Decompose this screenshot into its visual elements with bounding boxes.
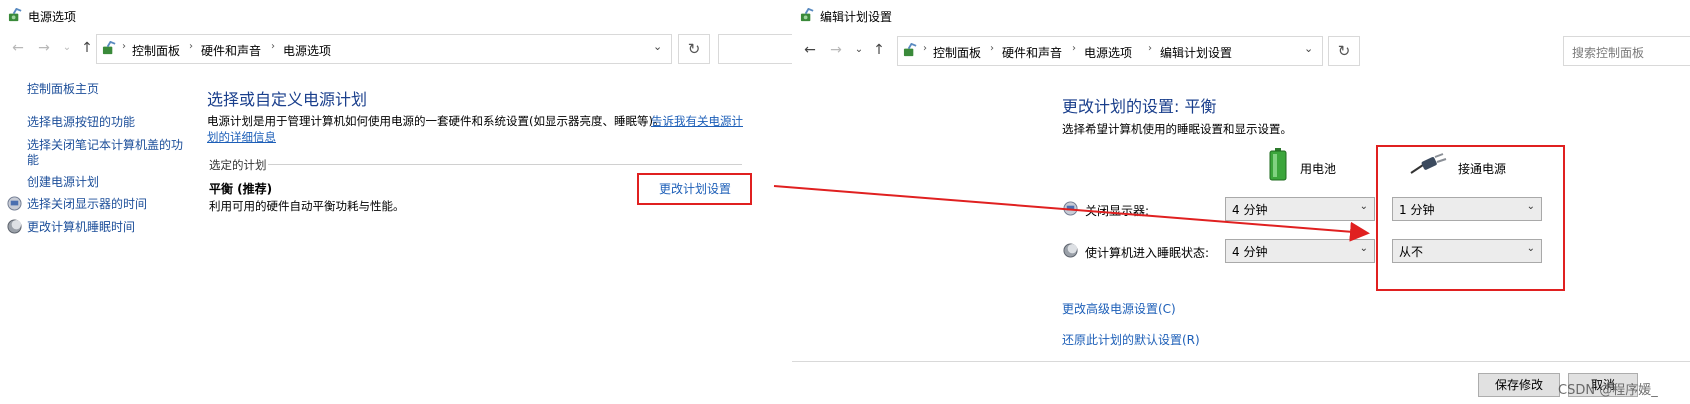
chevron-down-icon: ⌄ <box>1359 243 1368 254</box>
control-panel-icon <box>102 41 116 55</box>
select-value: 1 分钟 <box>1399 203 1435 217</box>
window-title: 编辑计划设置 <box>820 10 893 24</box>
sidebar-item-sleep-time[interactable]: 更改计算机睡眠时间 <box>27 220 135 235</box>
chevron-down-icon: ⌄ <box>1526 201 1535 212</box>
sleep-battery-select[interactable]: 4 分钟 ⌄ <box>1225 239 1375 263</box>
breadcrumb-item[interactable]: 电源选项 <box>1084 44 1132 61</box>
chevron-down-icon: ⌄ <box>1526 243 1535 254</box>
sleep-plugged-select[interactable]: 从不 ⌄ <box>1392 239 1542 263</box>
display-off-plugged-select[interactable]: 1 分钟 ⌄ <box>1392 197 1542 221</box>
right-window: 编辑计划设置 ← → ⌄ ↑ › 控制面板 › 硬件和声音 › 电源选项 › 编… <box>792 0 1690 404</box>
back-arrow-icon[interactable]: ← <box>9 40 27 56</box>
sidebar-home-link[interactable]: 控制面板主页 <box>27 82 99 97</box>
row-label-display-off: 关闭显示器: <box>1085 204 1150 218</box>
breadcrumb-separator-icon: › <box>1148 43 1152 54</box>
display-off-battery-select[interactable]: 4 分钟 ⌄ <box>1225 197 1375 221</box>
plan-desc: 利用可用的硬件自动平衡功耗与性能。 <box>209 199 405 213</box>
address-bar[interactable]: › 控制面板 › 硬件和声音 › 电源选项 › 编辑计划设置 ⌄ <box>897 36 1323 66</box>
select-value: 从不 <box>1399 245 1424 259</box>
sidebar-item-display-off[interactable]: 选择关闭显示器的时间 <box>27 197 147 212</box>
section-divider <box>268 164 742 165</box>
breadcrumb-separator-icon: › <box>271 41 275 52</box>
power-options-icon <box>800 8 814 22</box>
forward-arrow-icon[interactable]: → <box>35 40 53 56</box>
refresh-icon[interactable]: ↻ <box>678 34 710 64</box>
breadcrumb-separator-icon: › <box>122 41 126 52</box>
sleep-moon-icon <box>7 219 22 234</box>
breadcrumb-item[interactable]: 控制面板 <box>132 42 180 59</box>
watermark: CSDN @程序媛_ <box>1558 383 1658 398</box>
page-subtitle: 选择希望计算机使用的睡眠设置和显示设置。 <box>1062 122 1292 136</box>
back-arrow-icon[interactable]: ← <box>801 42 819 58</box>
title-bar: 编辑计划设置 <box>792 0 1690 30</box>
up-arrow-icon[interactable]: ↑ <box>78 40 96 56</box>
address-dropdown-icon[interactable]: ⌄ <box>653 40 662 53</box>
row-label-sleep: 使计算机进入睡眠状态: <box>1085 246 1210 260</box>
breadcrumb-item[interactable]: 硬件和声音 <box>1002 44 1062 61</box>
breadcrumb-separator-icon: › <box>923 43 927 54</box>
sleep-moon-icon <box>1063 243 1078 258</box>
up-arrow-icon[interactable]: ↑ <box>870 42 888 58</box>
column-header-battery: 用电池 <box>1300 162 1337 176</box>
learn-more-link[interactable]: 告诉我有关电源计 <box>651 113 743 129</box>
sidebar-item-power-button[interactable]: 选择电源按钮的功能 <box>27 115 135 130</box>
breadcrumb-item[interactable]: 控制面板 <box>933 44 981 61</box>
address-dropdown-icon[interactable]: ⌄ <box>1304 42 1313 55</box>
breadcrumb-separator-icon: › <box>189 41 193 52</box>
breadcrumb-item[interactable]: 编辑计划设置 <box>1160 44 1232 61</box>
save-button[interactable]: 保存修改 <box>1478 373 1560 397</box>
section-label: 选定的计划 <box>209 158 267 172</box>
sidebar-item-lid-close-wrap[interactable]: 能 <box>27 153 39 168</box>
select-value: 4 分钟 <box>1232 245 1268 259</box>
page-title: 更改计划的设置: 平衡 <box>1062 97 1217 116</box>
window-title: 电源选项 <box>28 10 77 24</box>
advanced-settings-link[interactable]: 更改高级电源设置(C) <box>1062 300 1176 317</box>
learn-more-link-wrap[interactable]: 划的详细信息 <box>207 129 276 145</box>
power-options-icon <box>8 8 22 22</box>
plan-description: 电源计划是用于管理计算机如何使用电源的一套硬件和系统设置(如显示器亮度、睡眠等)… <box>207 114 665 128</box>
footer-divider <box>792 361 1690 362</box>
control-panel-icon <box>903 43 917 57</box>
address-bar[interactable]: › 控制面板 › 硬件和声音 › 电源选项 ⌄ <box>96 34 672 64</box>
sidebar-item-lid-close[interactable]: 选择关闭笔记本计算机盖的功 <box>27 138 183 153</box>
breadcrumb-separator-icon: › <box>1072 43 1076 54</box>
search-input[interactable]: 搜索控制面板 <box>1563 36 1690 66</box>
display-icon <box>1063 201 1078 216</box>
recent-chevron-icon[interactable]: ⌄ <box>850 44 868 55</box>
breadcrumb-item[interactable]: 硬件和声音 <box>201 42 261 59</box>
change-plan-settings-link[interactable]: 更改计划设置 <box>659 180 731 197</box>
plan-name[interactable]: 平衡 (推荐) <box>209 180 272 197</box>
sidebar-item-create-plan[interactable]: 创建电源计划 <box>27 175 99 190</box>
recent-chevron-icon[interactable]: ⌄ <box>58 42 76 53</box>
battery-icon <box>1269 148 1287 181</box>
search-placeholder: 搜索控制面板 <box>1572 46 1645 60</box>
display-icon <box>7 196 22 211</box>
breadcrumb-separator-icon: › <box>990 43 994 54</box>
breadcrumb-item[interactable]: 电源选项 <box>283 42 331 59</box>
select-value: 4 分钟 <box>1232 203 1268 217</box>
chevron-down-icon: ⌄ <box>1359 201 1368 212</box>
refresh-icon[interactable]: ↻ <box>1328 36 1360 66</box>
restore-defaults-link[interactable]: 还原此计划的默认设置(R) <box>1062 331 1200 348</box>
forward-arrow-icon[interactable]: → <box>827 42 845 58</box>
page-title: 选择或自定义电源计划 <box>207 90 368 109</box>
